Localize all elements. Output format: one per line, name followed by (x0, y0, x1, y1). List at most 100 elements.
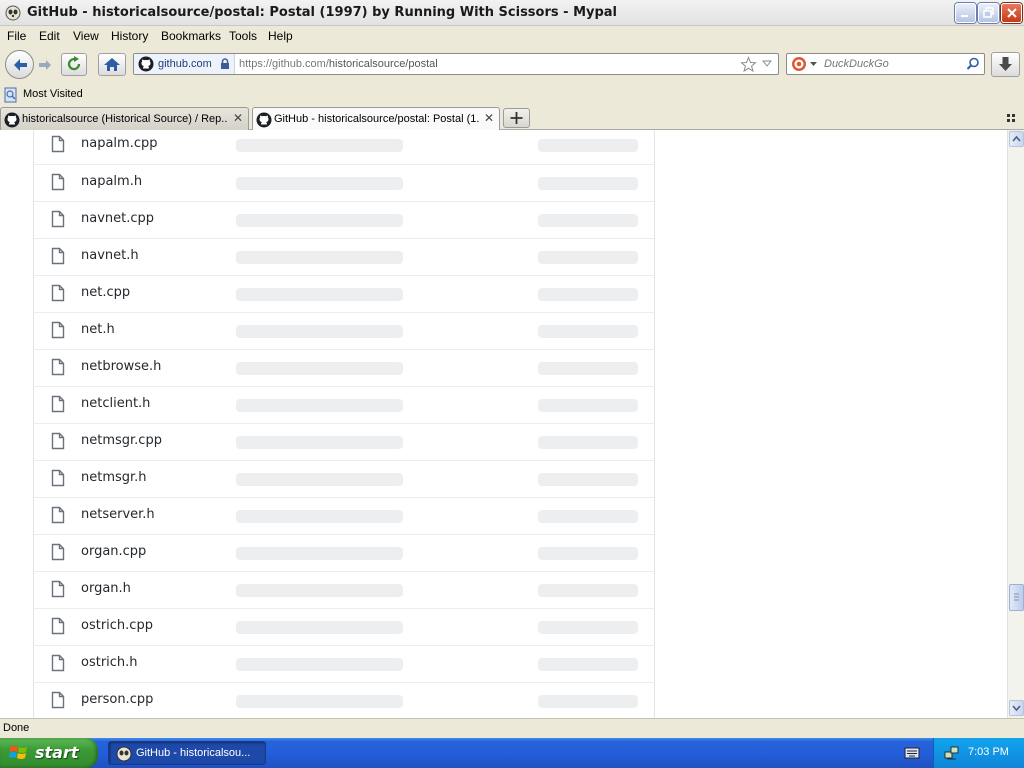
file-row[interactable]: net.cpp (34, 275, 654, 312)
reload-button[interactable] (61, 53, 87, 76)
scroll-up-button[interactable] (1009, 131, 1024, 147)
file-row[interactable]: netserver.h (34, 497, 654, 534)
padlock-icon (221, 58, 229, 69)
commit-message-placeholder (236, 214, 403, 227)
commit-date-placeholder (538, 473, 638, 486)
menu-bookmarks[interactable]: Bookmarks (161, 29, 221, 43)
file-name-link[interactable]: ostrich.h (81, 655, 138, 670)
grip-icon (1014, 593, 1019, 601)
file-name-link[interactable]: netmsgr.cpp (81, 433, 162, 448)
commit-message-placeholder (236, 288, 403, 301)
scroll-down-button[interactable] (1009, 700, 1024, 716)
duckduckgo-engine-icon[interactable] (791, 56, 807, 72)
url-bar[interactable]: github.com https://github.com/historical… (133, 53, 779, 75)
file-icon (51, 135, 65, 153)
menu-help[interactable]: Help (268, 29, 293, 43)
taskbar-item-mypal[interactable]: GitHub - historicalsou... (108, 741, 266, 765)
menu-file[interactable]: File (7, 29, 26, 43)
mypal-app-icon (5, 5, 21, 21)
commit-message-placeholder (236, 473, 403, 486)
file-row[interactable]: netmsgr.cpp (34, 423, 654, 460)
search-bar[interactable] (786, 53, 985, 75)
vertical-scrollbar[interactable] (1007, 130, 1024, 718)
window-title: GitHub - historicalsource/postal: Postal… (27, 5, 618, 20)
search-input[interactable] (824, 57, 964, 71)
file-name-link[interactable]: net.cpp (81, 285, 130, 300)
most-visited-bookmark[interactable]: Most Visited (3, 87, 83, 103)
file-row[interactable]: net.h (34, 312, 654, 349)
scroll-down-arrow-icon (1012, 705, 1021, 712)
file-name-link[interactable]: netmsgr.h (81, 470, 147, 485)
bookmark-star-icon[interactable] (740, 56, 757, 73)
file-row[interactable]: ostrich.h (34, 645, 654, 682)
start-button[interactable]: start (0, 738, 98, 768)
file-icon (51, 395, 65, 413)
minimize-button[interactable] (955, 3, 976, 23)
downloads-button[interactable] (991, 52, 1020, 77)
file-name-link[interactable]: netclient.h (81, 396, 150, 411)
tab-github-postal[interactable]: GitHub - historicalsource/postal: Postal… (252, 107, 500, 131)
download-arrow-icon (999, 57, 1012, 71)
file-row[interactable]: netbrowse.h (34, 349, 654, 386)
file-row[interactable]: person.cpp (34, 682, 654, 718)
commit-date-placeholder (538, 658, 638, 671)
forward-button[interactable] (36, 56, 54, 74)
back-button[interactable] (5, 50, 34, 79)
keyboard-icon[interactable] (904, 746, 920, 760)
menu-tools[interactable]: Tools (229, 29, 257, 43)
network-icon[interactable] (943, 744, 961, 762)
file-name-link[interactable]: net.h (81, 322, 115, 337)
file-row[interactable]: navnet.cpp (34, 201, 654, 238)
site-identity-button[interactable]: github.com (134, 54, 235, 74)
commit-message-placeholder (236, 399, 403, 412)
file-icon (51, 617, 65, 635)
commit-date-placeholder (538, 177, 638, 190)
home-button[interactable] (98, 53, 126, 76)
commit-date-placeholder (538, 436, 638, 449)
file-row[interactable]: ostrich.cpp (34, 608, 654, 645)
menu-history[interactable]: History (111, 29, 148, 43)
tab-close-icon[interactable]: ✕ (233, 112, 243, 124)
status-text: Done (3, 722, 30, 734)
file-row[interactable]: napalm.cpp (34, 130, 654, 164)
file-row[interactable]: organ.h (34, 571, 654, 608)
tab-close-icon[interactable]: ✕ (484, 112, 494, 124)
file-icon (51, 247, 65, 265)
file-row[interactable]: organ.cpp (34, 534, 654, 571)
file-name-link[interactable]: netserver.h (81, 507, 155, 522)
close-window-button[interactable] (1001, 3, 1022, 23)
file-name-link[interactable]: organ.cpp (81, 544, 146, 559)
file-icon (51, 432, 65, 450)
file-name-link[interactable]: napalm.h (81, 174, 142, 189)
file-row[interactable]: navnet.h (34, 238, 654, 275)
list-all-tabs-icon[interactable] (1006, 112, 1018, 124)
file-name-link[interactable]: navnet.h (81, 248, 139, 263)
menu-view[interactable]: View (73, 29, 99, 43)
github-favicon-icon (138, 56, 154, 72)
file-row[interactable]: netclient.h (34, 386, 654, 423)
file-name-link[interactable]: ostrich.cpp (81, 618, 153, 633)
file-icon (51, 580, 65, 598)
file-list: napalm.cpp napalm.h navnet.cpp navnet.h net.… (33, 130, 655, 718)
file-name-link[interactable]: person.cpp (81, 692, 153, 707)
engine-dropdown-icon[interactable] (810, 62, 817, 67)
file-name-link[interactable]: napalm.cpp (81, 136, 157, 151)
scrollbar-thumb[interactable] (1009, 584, 1024, 611)
menu-edit[interactable]: Edit (39, 29, 60, 43)
menu-bar: File Edit View History Bookmarks Tools H… (0, 26, 1024, 46)
commit-date-placeholder (538, 325, 638, 338)
file-name-link[interactable]: netbrowse.h (81, 359, 161, 374)
url-dropdown-icon[interactable] (762, 60, 772, 68)
tab-historicalsource[interactable]: historicalsource (Historical Source) / R… (0, 107, 249, 130)
commit-message-placeholder (236, 139, 403, 152)
file-row[interactable]: netmsgr.h (34, 460, 654, 497)
file-icon (51, 469, 65, 487)
new-tab-button[interactable] (503, 108, 530, 128)
reload-icon (67, 56, 81, 71)
search-icon[interactable] (966, 57, 980, 71)
file-name-link[interactable]: organ.h (81, 581, 131, 596)
restore-button[interactable] (978, 3, 999, 23)
file-name-link[interactable]: navnet.cpp (81, 211, 154, 226)
file-row[interactable]: napalm.h (34, 164, 654, 201)
system-tray: 7:03 PM (933, 738, 1024, 768)
